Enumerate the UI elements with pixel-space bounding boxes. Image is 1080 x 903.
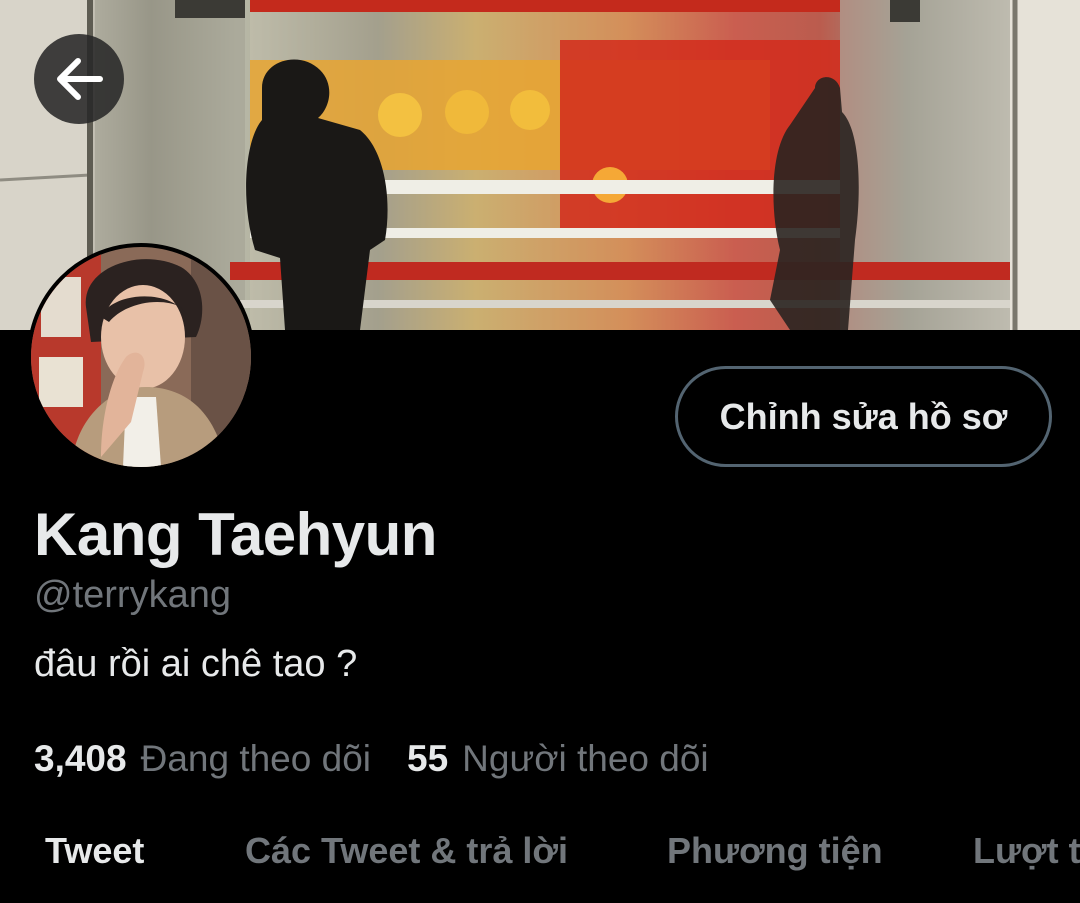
following-count: 3,408: [34, 738, 127, 779]
followers-stat[interactable]: 55 Người theo dõi: [407, 738, 709, 780]
user-handle: @terrykang: [34, 574, 231, 616]
profile-bio: đâu rồi ai chê tao ?: [34, 643, 358, 685]
arrow-left-icon: [57, 58, 103, 100]
profile-tabs: Tweet Các Tweet & trả lời Phương tiện Lư…: [0, 830, 1080, 890]
edit-profile-button[interactable]: Chỉnh sửa hồ sơ: [675, 366, 1052, 467]
avatar[interactable]: [27, 243, 255, 471]
followers-count: 55: [407, 738, 449, 779]
tab-media[interactable]: Phương tiện: [667, 830, 883, 872]
tab-likes[interactable]: Lượt thích: [973, 830, 1080, 872]
back-button[interactable]: [34, 34, 124, 124]
following-label: Đang theo dõi: [140, 738, 371, 779]
follow-stats: 3,408 Đang theo dõi 55 Người theo dõi: [34, 738, 745, 780]
display-name: Kang Taehyun: [34, 501, 437, 568]
following-stat[interactable]: 3,408 Đang theo dõi: [34, 738, 371, 780]
tab-tweets[interactable]: Tweet: [45, 830, 144, 872]
followers-label: Người theo dõi: [462, 738, 709, 779]
avatar-image: [31, 247, 251, 467]
tab-tweets-and-replies[interactable]: Các Tweet & trả lời: [245, 830, 568, 872]
